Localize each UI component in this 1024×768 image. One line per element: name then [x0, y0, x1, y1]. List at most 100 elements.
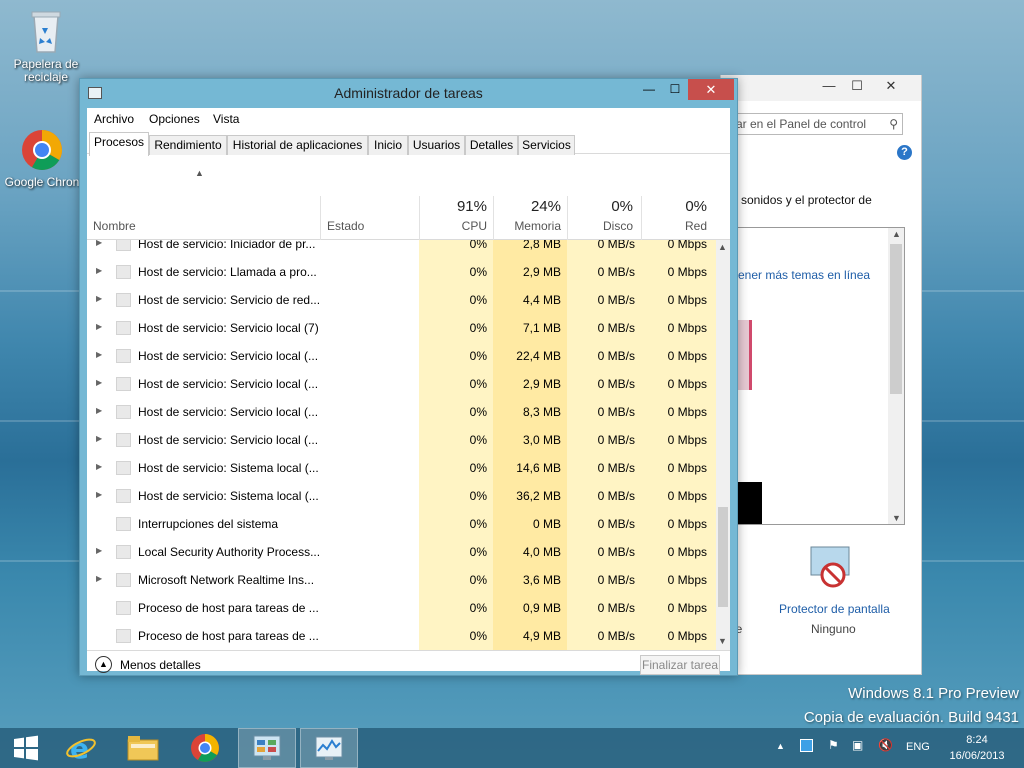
- less-details-link[interactable]: Menos detalles: [120, 658, 201, 672]
- process-row[interactable]: ▶ Local Security Authority Process... 0% 4,…: [87, 538, 716, 566]
- column-red[interactable]: Red: [641, 219, 707, 233]
- task-manager-footer: ▲ Menos detalles Finalizar tarea: [87, 650, 730, 675]
- process-row[interactable]: ▶ Host de servicio: Sistema local (... 0% 3…: [87, 482, 716, 510]
- process-memory: 2,8 MB: [522, 240, 561, 251]
- cp-maximize-button[interactable]: ☐: [843, 75, 871, 97]
- desktop-icon-recycle-bin[interactable]: Papelera de reciclaje: [4, 8, 88, 84]
- close-button[interactable]: ✕: [688, 79, 734, 100]
- expand-chevron-icon[interactable]: ▶: [96, 378, 102, 387]
- scrollbar-thumb[interactable]: [890, 244, 902, 394]
- expand-chevron-icon[interactable]: ▶: [96, 240, 102, 247]
- process-network: 0 Mbps: [667, 489, 707, 503]
- cp-close-button[interactable]: ✕: [877, 75, 905, 97]
- menu-archivo[interactable]: Archivo: [94, 112, 134, 126]
- column-cpu[interactable]: CPU: [419, 219, 487, 233]
- get-more-themes-link[interactable]: ener más temas en línea: [738, 268, 870, 282]
- process-icon: [116, 377, 131, 391]
- menu-vista[interactable]: Vista: [213, 112, 239, 126]
- start-button[interactable]: [0, 728, 58, 768]
- control-panel-window[interactable]: — ☐ ✕ ar en el Panel de control ⚲ ? soni…: [720, 75, 922, 675]
- expand-chevron-icon[interactable]: ▶: [96, 546, 102, 555]
- taskbar-chrome[interactable]: [176, 728, 234, 768]
- tab-servicios[interactable]: Servicios: [518, 135, 575, 155]
- sort-ascending-icon[interactable]: ▲: [195, 168, 204, 178]
- taskbar-internet-explorer[interactable]: e: [52, 728, 110, 768]
- process-row[interactable]: ▶ Host de servicio: Sistema local (... 0% 1…: [87, 454, 716, 482]
- process-row[interactable]: ▶ Host de servicio: Servicio local (... 0%…: [87, 370, 716, 398]
- scroll-down-arrow-icon[interactable]: ▼: [718, 636, 727, 646]
- scroll-down-arrow-icon[interactable]: ▼: [892, 513, 901, 523]
- tab-procesos[interactable]: Procesos: [89, 132, 149, 156]
- theme-thumbnail-dark[interactable]: [734, 482, 762, 524]
- chevron-up-icon[interactable]: ▲: [95, 656, 112, 673]
- taskbar-file-explorer[interactable]: [114, 728, 172, 768]
- process-row[interactable]: ▶ Microsoft Network Realtime Ins... 0% 3,6 …: [87, 566, 716, 594]
- tab-historial[interactable]: Historial de aplicaciones: [227, 135, 368, 155]
- process-list-scrollbar[interactable]: ▲ ▼: [716, 240, 730, 650]
- network-icon[interactable]: ▣: [852, 738, 863, 752]
- expand-chevron-icon[interactable]: ▶: [96, 322, 102, 331]
- column-header: ▲ Nombre Estado 91% CPU 24% Memoria 0% D…: [87, 156, 730, 240]
- expand-chevron-icon[interactable]: ▶: [96, 434, 102, 443]
- process-row[interactable]: ▶ Host de servicio: Servicio de red... 0% 4…: [87, 286, 716, 314]
- expand-chevron-icon[interactable]: ▶: [96, 266, 102, 275]
- taskbar-task-manager[interactable]: [300, 728, 358, 768]
- tab-inicio[interactable]: Inicio: [368, 135, 408, 155]
- network-total-percent: 0%: [685, 198, 707, 215]
- process-row[interactable]: ▶ Host de servicio: Llamada a pro... 0% 2,9…: [87, 258, 716, 286]
- expand-chevron-icon[interactable]: ▶: [96, 406, 102, 415]
- process-row[interactable]: ▶ Host de servicio: Servicio local (... 0%…: [87, 398, 716, 426]
- help-icon[interactable]: ?: [897, 145, 912, 160]
- tab-rendimiento[interactable]: Rendimiento: [149, 135, 227, 155]
- taskbar-control-panel[interactable]: [238, 728, 296, 768]
- end-task-button[interactable]: Finalizar tarea: [640, 655, 720, 675]
- flag-icon[interactable]: ⚑: [828, 738, 839, 752]
- minimize-button[interactable]: —: [635, 79, 663, 100]
- clock-time: 8:24: [966, 734, 988, 746]
- process-row[interactable]: ▶ Host de servicio: Servicio local (... 0%…: [87, 426, 716, 454]
- tab-usuarios[interactable]: Usuarios: [408, 135, 465, 155]
- column-disco[interactable]: Disco: [567, 219, 633, 233]
- tab-detalles[interactable]: Detalles: [465, 135, 518, 155]
- menu-opciones[interactable]: Opciones: [149, 112, 200, 126]
- desktop-icon-google-chrome[interactable]: Google Chron: [0, 128, 84, 189]
- scroll-up-arrow-icon[interactable]: ▲: [718, 242, 727, 252]
- process-cpu: 0%: [469, 517, 487, 531]
- cp-minimize-button[interactable]: —: [815, 75, 843, 97]
- process-cpu: 0%: [469, 321, 487, 335]
- column-memoria[interactable]: Memoria: [493, 219, 561, 233]
- process-memory: 36,2 MB: [516, 489, 561, 503]
- theme-list[interactable]: ener más temas en línea ▲ ▼: [733, 227, 905, 525]
- language-indicator[interactable]: ENG: [906, 741, 930, 753]
- process-row[interactable]: Proceso de host para tareas de ... 0% 4,9 …: [87, 622, 716, 650]
- process-row[interactable]: ▶ Host de servicio: Iniciador de pr... 0% 2…: [87, 240, 716, 258]
- control-panel-search-input[interactable]: ar en el Panel de control ⚲: [733, 113, 903, 135]
- process-row[interactable]: Proceso de host para tareas de ... 0% 0,9 …: [87, 594, 716, 622]
- control-panel-titlebar[interactable]: — ☐ ✕: [721, 75, 921, 101]
- process-row[interactable]: Interrupciones del sistema 0% 0 MB 0 MB/s 0 …: [87, 510, 716, 538]
- cp-search-placeholder: ar en el Panel de control: [736, 117, 867, 131]
- process-row[interactable]: ▶ Host de servicio: Servicio local (... 0%…: [87, 342, 716, 370]
- expand-chevron-icon[interactable]: ▶: [96, 490, 102, 499]
- expand-chevron-icon[interactable]: ▶: [96, 462, 102, 471]
- expand-chevron-icon[interactable]: ▶: [96, 294, 102, 303]
- column-nombre[interactable]: Nombre: [93, 219, 136, 233]
- theme-list-scrollbar[interactable]: ▲ ▼: [888, 228, 904, 524]
- task-manager-window[interactable]: Administrador de tareas — ☐ ✕ Archivo Op…: [79, 78, 738, 676]
- volume-muted-icon[interactable]: 🔇: [878, 738, 893, 752]
- expand-chevron-icon[interactable]: ▶: [96, 350, 102, 359]
- process-row[interactable]: ▶ Host de servicio: Servicio local (7) 0% 7…: [87, 314, 716, 342]
- scrollbar-thumb[interactable]: [718, 507, 728, 607]
- screensaver-link[interactable]: Protector de pantalla: [779, 602, 890, 616]
- scroll-up-arrow-icon[interactable]: ▲: [892, 229, 901, 239]
- action-center-icon[interactable]: [800, 739, 813, 752]
- column-estado[interactable]: Estado: [327, 219, 364, 233]
- search-icon[interactable]: ⚲: [889, 114, 898, 134]
- clock[interactable]: 8:24 16/06/2013: [946, 732, 1008, 764]
- expand-chevron-icon[interactable]: ▶: [96, 574, 102, 583]
- process-list[interactable]: ▶ Host de servicio: Iniciador de pr... 0% 2…: [87, 240, 716, 650]
- maximize-button[interactable]: ☐: [661, 79, 689, 100]
- screensaver-icon[interactable]: [809, 545, 851, 591]
- process-cpu: 0%: [469, 489, 487, 503]
- show-hidden-icons-chevron-icon[interactable]: ▲: [776, 741, 785, 751]
